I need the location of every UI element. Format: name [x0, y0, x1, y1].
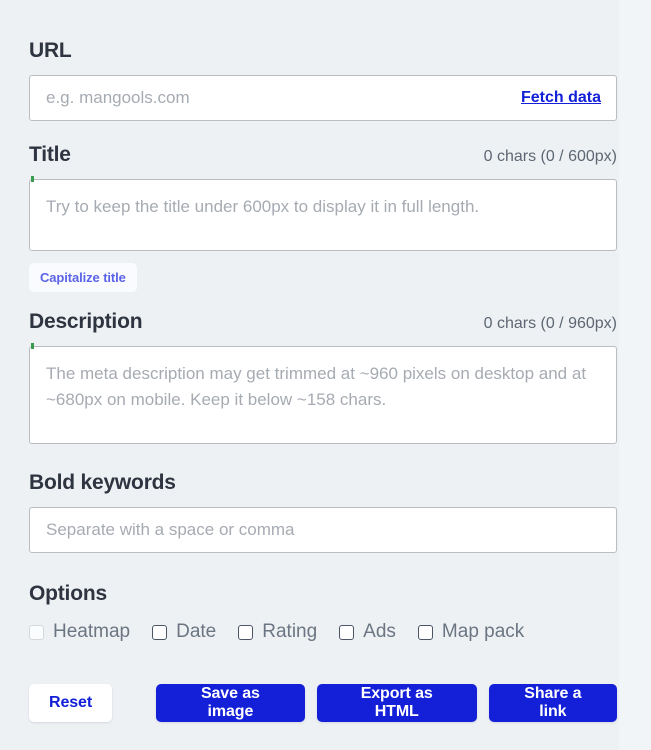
spellcheck-marker-icon [31, 343, 34, 349]
title-field-group: Title 0 chars (0 / 600px) Capitalize tit… [29, 142, 617, 292]
description-textarea-wrap [29, 346, 617, 444]
bold-keywords-label: Bold keywords [29, 470, 176, 496]
save-as-image-button[interactable]: Save as image [156, 684, 305, 722]
option-heatmap[interactable]: Heatmap [29, 620, 130, 644]
url-field-group: URL Fetch data [29, 38, 617, 121]
options-label-row: Options [29, 581, 617, 607]
checkbox-icon[interactable] [418, 625, 433, 640]
option-ads[interactable]: Ads [339, 620, 396, 644]
spellcheck-marker-icon [31, 176, 34, 182]
checkbox-icon[interactable] [152, 625, 167, 640]
description-label-row: Description 0 chars (0 / 960px) [29, 309, 617, 335]
option-rating[interactable]: Rating [238, 620, 317, 644]
option-label: Date [176, 620, 216, 644]
option-map-pack[interactable]: Map pack [418, 620, 524, 644]
option-label: Map pack [442, 620, 524, 644]
bold-keywords-input-wrap [29, 507, 617, 553]
description-label: Description [29, 309, 142, 335]
options-label: Options [29, 581, 107, 607]
reset-button[interactable]: Reset [29, 684, 112, 722]
option-label: Heatmap [53, 620, 130, 644]
action-button-row: Reset Save as image Export as HTML Share… [29, 684, 617, 722]
capitalize-title-button[interactable]: Capitalize title [29, 263, 137, 292]
title-textarea-wrap [29, 179, 617, 251]
url-label: URL [29, 38, 72, 64]
option-date[interactable]: Date [152, 620, 216, 644]
title-label: Title [29, 142, 71, 168]
checkbox-icon[interactable] [339, 625, 354, 640]
description-char-counter: 0 chars (0 / 960px) [484, 313, 617, 335]
fetch-data-link[interactable]: Fetch data [521, 89, 601, 107]
description-field-group: Description 0 chars (0 / 960px) [29, 309, 617, 444]
bold-keywords-field-group: Bold keywords [29, 470, 617, 553]
options-group: Options Heatmap Date Rating Ads Map pack [29, 581, 617, 644]
serp-preview-editor: URL Fetch data Title 0 chars (0 / 600px)… [0, 0, 651, 722]
url-input-wrap: Fetch data [29, 75, 617, 121]
url-label-row: URL [29, 38, 617, 64]
bold-keywords-label-row: Bold keywords [29, 470, 617, 496]
export-as-html-button[interactable]: Export as HTML [317, 684, 477, 722]
checkbox-icon[interactable] [29, 625, 44, 640]
bold-keywords-input[interactable] [29, 507, 617, 553]
share-a-link-button[interactable]: Share a link [489, 684, 617, 722]
title-char-counter: 0 chars (0 / 600px) [484, 146, 617, 168]
options-checkbox-row: Heatmap Date Rating Ads Map pack [29, 620, 617, 644]
option-label: Ads [363, 620, 396, 644]
title-label-row: Title 0 chars (0 / 600px) [29, 142, 617, 168]
description-textarea[interactable] [29, 346, 617, 444]
title-textarea[interactable] [29, 179, 617, 251]
checkbox-icon[interactable] [238, 625, 253, 640]
option-label: Rating [262, 620, 317, 644]
